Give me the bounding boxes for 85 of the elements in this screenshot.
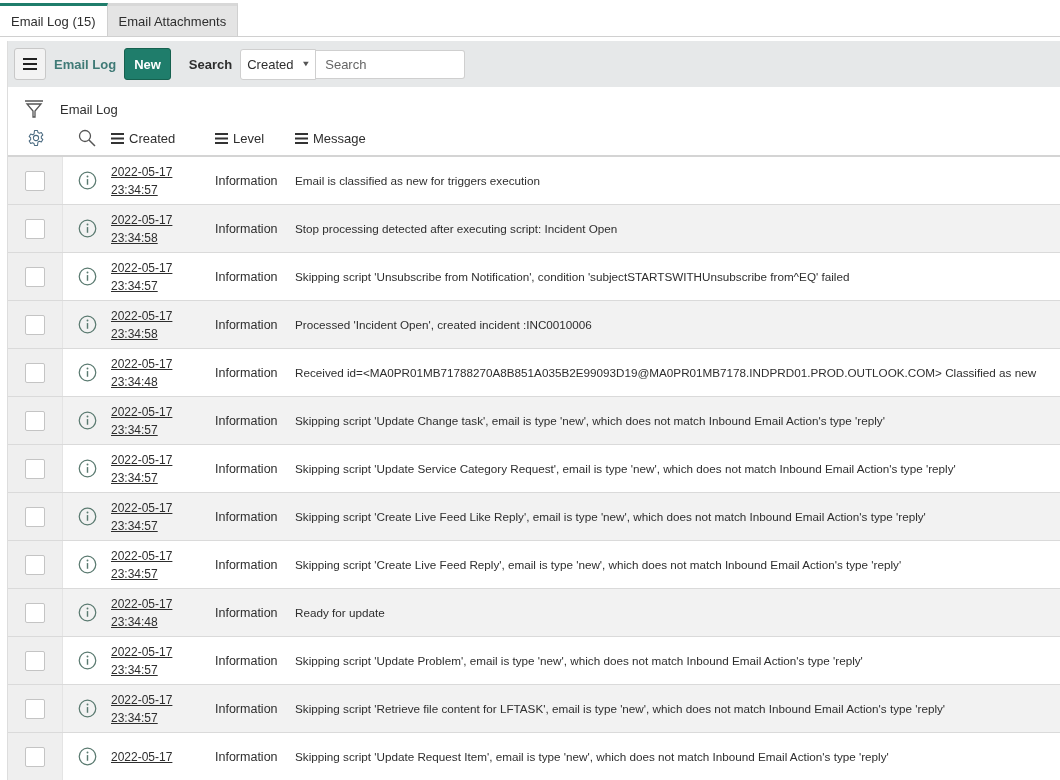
message-cell-text: Received id=<MA0PR01MB71788270A8B851A035B2E99093D19@MA0PR01MB7178.INDPRD01.PROD.OUTLOOK.COM> Classified as new xyxy=(295,366,1038,379)
column-menu-icon[interactable] xyxy=(215,132,228,144)
checkbox[interactable] xyxy=(25,554,45,575)
search-field-dropdown[interactable]: Created xyxy=(240,48,317,80)
new-button[interactable]: New xyxy=(124,48,171,80)
message-cell-text: Skipping script 'Unsubscribe from Notification', condition 'subjectSTARTSWITHUnsubscribe from^EQ' failed xyxy=(295,270,851,283)
checkbox[interactable] xyxy=(25,362,45,383)
info-icon[interactable] xyxy=(77,267,97,286)
checkbox[interactable] xyxy=(25,218,45,239)
filter-icon[interactable] xyxy=(24,99,44,119)
checkbox[interactable] xyxy=(25,650,45,671)
created-link[interactable]: 2022-05-17 23:34:57 xyxy=(111,498,215,535)
breadcrumb[interactable]: Email Log xyxy=(60,101,118,117)
message-cell-text: Skipping script 'Update Service Category Request', email is type 'new', which does not match Inbound Email Action's type 'reply' xyxy=(295,462,957,475)
level-cell-text: Information xyxy=(215,605,279,620)
level-cell-text: Information xyxy=(215,749,279,764)
tab[interactable]: Email Log (15) xyxy=(0,3,108,36)
column-menu-icon[interactable] xyxy=(295,132,308,144)
search-label: Search xyxy=(188,56,233,72)
checkbox[interactable] xyxy=(25,698,45,719)
checkbox[interactable] xyxy=(25,458,45,479)
message-cell-text: Skipping script 'Update Problem', email is type 'new', which does not match Inbound Email Action's type 'reply' xyxy=(295,654,864,667)
level-cell-text: Information xyxy=(215,269,279,284)
column-header[interactable]: Message xyxy=(313,130,366,146)
level-cell-text: Information xyxy=(215,557,279,572)
message-cell-text: Processed 'Incident Open', created incident :INC0010006 xyxy=(295,318,593,331)
info-icon[interactable] xyxy=(77,315,97,334)
message-cell-text: Skipping script 'Create Live Feed Like Reply', email is type 'new', which does not match Inbound Email Action's type 'reply' xyxy=(295,510,927,523)
level-cell-text: Information xyxy=(215,173,279,188)
level-cell-text: Information xyxy=(215,701,279,716)
info-icon[interactable] xyxy=(77,699,97,718)
checkbox[interactable] xyxy=(25,410,45,431)
info-icon[interactable] xyxy=(77,219,97,238)
search-input[interactable]: Search xyxy=(316,49,466,79)
checkbox[interactable] xyxy=(25,314,45,335)
info-icon[interactable] xyxy=(77,459,97,478)
created-link[interactable]: 2022-05-17 23:34:57 xyxy=(111,162,215,199)
level-cell-text: Information xyxy=(215,413,279,428)
created-link[interactable]: 2022-05-17 23:34:57 xyxy=(111,450,215,487)
level-cell-text: Information xyxy=(215,653,279,668)
menu-button[interactable] xyxy=(14,48,46,80)
created-link[interactable]: 2022-05-17 23:34:58 xyxy=(111,306,215,343)
info-icon[interactable] xyxy=(77,363,97,382)
created-link[interactable]: 2022-05-17 23:34:57 xyxy=(111,642,215,679)
checkbox[interactable] xyxy=(25,266,45,287)
info-icon[interactable] xyxy=(77,603,97,622)
settings-icon[interactable] xyxy=(26,129,45,147)
created-link[interactable]: 2022-05-17 23:34:57 xyxy=(111,546,215,583)
column-header[interactable]: Created xyxy=(129,130,176,146)
level-cell-text: Information xyxy=(215,509,279,524)
checkbox[interactable] xyxy=(25,506,45,527)
message-cell-text: Ready for update xyxy=(295,606,386,619)
column-header[interactable]: Level xyxy=(233,130,265,146)
menu-icon xyxy=(23,58,37,70)
info-icon[interactable] xyxy=(77,651,97,670)
message-cell-text: Stop processing detected after executing script: Incident Open xyxy=(295,222,619,235)
created-link[interactable]: 2022-05-17 23:34:58 xyxy=(111,210,215,247)
info-icon[interactable] xyxy=(77,555,97,574)
level-cell-text: Information xyxy=(215,365,279,380)
created-link[interactable]: 2022-05-17 23:34:48 xyxy=(111,354,215,391)
column-menu-icon[interactable] xyxy=(111,132,124,144)
info-icon[interactable] xyxy=(77,171,97,190)
info-icon[interactable] xyxy=(77,507,97,526)
created-link[interactable]: 2022-05-17 23:34:57 xyxy=(111,690,215,727)
created-link[interactable]: 2022-05-17 23:34:48 xyxy=(111,594,215,631)
message-cell-text: Skipping script 'Create Live Feed Reply', email is type 'new', which does not match Inbound Email Action's type 'reply' xyxy=(295,558,903,571)
tab[interactable]: Email Attachments xyxy=(107,3,239,36)
list-title: Email Log xyxy=(54,56,117,72)
message-cell-text: Skipping script 'Update Change task', email is type 'new', which does not match Inbound Email Action's type 'reply' xyxy=(295,414,886,427)
created-link[interactable]: 2022-05-17 xyxy=(111,747,215,766)
level-cell-text: Information xyxy=(215,317,279,332)
checkbox[interactable] xyxy=(25,170,45,191)
search-icon[interactable] xyxy=(78,129,96,147)
created-link[interactable]: 2022-05-17 23:34:57 xyxy=(111,402,215,439)
info-icon[interactable] xyxy=(77,747,97,766)
message-cell-text: Skipping script 'Retrieve file content for LFTASK', email is type 'new', which does not match Inbound Email Action's type 'reply' xyxy=(295,702,947,715)
message-cell-text: Skipping script 'Update Request Item', email is type 'new', which does not match Inbound Email Action's type 'reply' xyxy=(295,750,890,763)
checkbox[interactable] xyxy=(25,602,45,623)
dropdown-caret-icon xyxy=(303,60,310,68)
checkbox[interactable] xyxy=(25,746,45,767)
message-cell-text: Email is classified as new for triggers execution xyxy=(295,174,541,187)
level-cell-text: Information xyxy=(215,221,279,236)
created-link[interactable]: 2022-05-17 23:34:57 xyxy=(111,258,215,295)
info-icon[interactable] xyxy=(77,411,97,430)
level-cell-text: Information xyxy=(215,461,279,476)
